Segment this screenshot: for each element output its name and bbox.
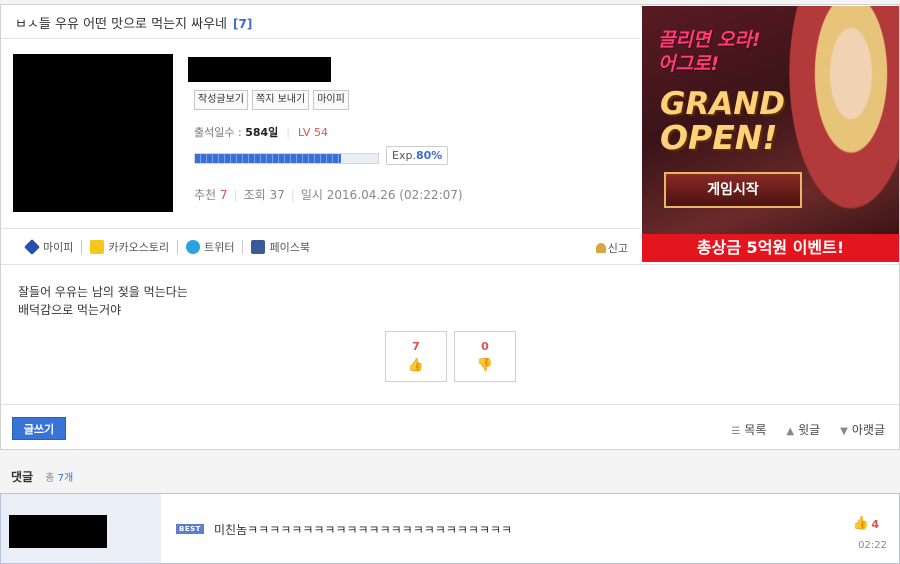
twitter-icon — [186, 239, 201, 254]
best-badge: BEST — [176, 524, 204, 534]
post-action-bar: 글쓰기 ☰ 목록 ▲ 윗글 ▼ 아랫글 — [1, 404, 899, 449]
date-value: 2016.04.26 (02:22:07) — [326, 188, 463, 202]
ad-open-text: OPEN! — [660, 118, 778, 157]
recommend-label: 추천 — [194, 188, 217, 202]
post-title: ㅂㅅ들 우유 어떤 맛으로 먹는지 싸우네 — [15, 17, 228, 32]
comments-header: 댓글 총 7개 — [11, 468, 73, 485]
views-label: 조회 — [243, 188, 266, 202]
next-post-link[interactable]: ▼ 아랫글 — [840, 421, 885, 438]
prev-post-label: 윗글 — [798, 423, 821, 437]
arrow-up-icon: ▲ — [786, 426, 795, 437]
post-content-line: 배덕감으로 먹는거야 — [18, 303, 122, 317]
thumbs-down-icon: 👎 — [476, 358, 494, 373]
exp-progress-bar — [194, 153, 379, 164]
author-avatar[interactable] — [13, 54, 173, 212]
facebook-icon — [251, 239, 266, 254]
post-title-bar: ㅂㅅ들 우유 어떤 맛으로 먹는지 싸우네 [7] — [1, 5, 640, 39]
post-stats: 추천 7 | 조회 37 | 일시 2016.04.26 (02:22:07) — [194, 188, 463, 202]
share-mypi-label: 마이피 — [43, 240, 74, 254]
mypi-button[interactable]: 마이피 — [313, 90, 349, 110]
downvote-count: 0 — [481, 340, 489, 353]
send-message-button[interactable]: 쪽지 보내기 — [252, 90, 310, 110]
ad-slogan-line1: 끌리면 오라! — [658, 29, 761, 51]
mypi-icon — [24, 238, 40, 255]
share-facebook-label: 페이스북 — [269, 240, 310, 254]
author-profile: 작성글보기 쪽지 보내기 마이피 출석일수 : 584일 | LV 54 Exp.8… — [1, 40, 640, 225]
arrow-down-icon: ▼ — [840, 426, 848, 437]
post-container: ㅂㅅ들 우유 어떤 맛으로 먹는지 싸우네 [7] 작성글보기 쪽지 보내기 마이… — [0, 4, 900, 450]
date-label: 일시 — [300, 188, 323, 202]
share-kakao[interactable]: 카카오스토리 — [90, 239, 169, 255]
exp-progress-fill — [195, 154, 342, 163]
comment-like-icon[interactable]: 👍 — [853, 516, 869, 531]
downvote-button[interactable]: 0 👎 — [454, 331, 516, 382]
comment-time: 02:22 — [858, 540, 887, 551]
level-badge: LV 54 — [298, 126, 328, 139]
ad-game-start-button[interactable]: 게임시작 — [664, 172, 802, 208]
comment-text: 미친놈ㅋㅋㅋㅋㅋㅋㅋㅋㅋㅋㅋㅋㅋㅋㅋㅋㅋㅋㅋㅋㅋㅋㅋㅋ — [214, 523, 513, 537]
post-content-line: 잘들어 우유는 남의 젖을 먹는다는 — [18, 285, 188, 299]
comment-author-name[interactable] — [9, 515, 107, 548]
attendance-label: 출석일수 : — [194, 126, 242, 139]
views-value: 37 — [269, 188, 285, 202]
upvote-count: 7 — [412, 340, 420, 353]
siren-icon — [595, 243, 606, 253]
kakaostory-icon — [90, 239, 105, 254]
author-buttons: 작성글보기 쪽지 보내기 마이피 — [194, 90, 349, 110]
exp-prefix: Exp. — [392, 149, 416, 162]
comment-author-area — [1, 494, 161, 563]
upvote-button[interactable]: 7 👍 — [385, 331, 447, 382]
prev-post-link[interactable]: ▲ 윗글 — [786, 421, 820, 438]
report-button[interactable]: 신고 — [595, 240, 628, 256]
list-link[interactable]: ☰ 목록 — [731, 421, 766, 438]
comment-item: BEST 미친놈ㅋㅋㅋㅋㅋㅋㅋㅋㅋㅋㅋㅋㅋㅋㅋㅋㅋㅋㅋㅋㅋㅋㅋㅋ 👍 4 02:… — [0, 493, 900, 564]
ad-event-banner[interactable]: 총상금 5억원 이벤트! — [642, 234, 899, 262]
write-button[interactable]: 글쓰기 — [12, 417, 66, 440]
post-content: 잘들어 우유는 남의 젖을 먹는다는 배덕감으로 먹는거야 — [18, 283, 188, 319]
exp-value: 80% — [415, 149, 443, 162]
next-post-label: 아랫글 — [851, 423, 885, 437]
recommend-value: 7 — [219, 188, 228, 202]
comments-title: 댓글 — [11, 470, 34, 484]
ad-grand-text: GRAND — [660, 86, 785, 122]
post-body: 잘들어 우유는 남의 젖을 먹는다는 배덕감으로 먹는거야 7 👍 0 👎 — [1, 264, 899, 404]
ad-slogan-line2: 어그로! — [658, 53, 720, 75]
comments-count-prefix: 총 — [45, 473, 55, 484]
share-twitter-label: 트위터 — [204, 240, 235, 254]
ad-banner[interactable]: 끌리면 오라! 어그로! GRAND OPEN! 게임시작 총상금 5억원 이벤… — [642, 6, 899, 262]
author-nickname[interactable] — [188, 57, 331, 82]
list-label: 목록 — [744, 423, 767, 437]
share-twitter[interactable]: 트위터 — [186, 239, 234, 255]
share-facebook[interactable]: 페이스북 — [251, 239, 310, 255]
share-mypi[interactable]: 마이피 — [24, 238, 74, 255]
comments-count-value: 7개 — [57, 473, 74, 484]
share-kakao-label: 카카오스토리 — [108, 240, 170, 254]
post-nav-links: ☰ 목록 ▲ 윗글 ▼ 아랫글 — [731, 421, 885, 438]
thumbs-up-icon: 👍 — [407, 358, 425, 373]
list-icon: ☰ — [731, 426, 741, 437]
view-posts-button[interactable]: 작성글보기 — [194, 90, 248, 110]
comment-like-count: 4 — [871, 518, 879, 531]
share-bar: 마이피 카카오스토리 트위터 페이스북 신고 — [1, 228, 640, 264]
attendance-info: 출석일수 : 584일 | LV 54 — [194, 126, 328, 139]
comments-count: 총 7개 — [45, 473, 73, 484]
exp-label: Exp.80% — [386, 146, 449, 165]
attendance-value: 584일 — [245, 126, 279, 139]
report-label: 신고 — [607, 242, 628, 255]
ad-slogan: 끌리면 오라! 어그로! — [658, 28, 761, 76]
post-comment-count[interactable]: [7] — [233, 17, 252, 31]
